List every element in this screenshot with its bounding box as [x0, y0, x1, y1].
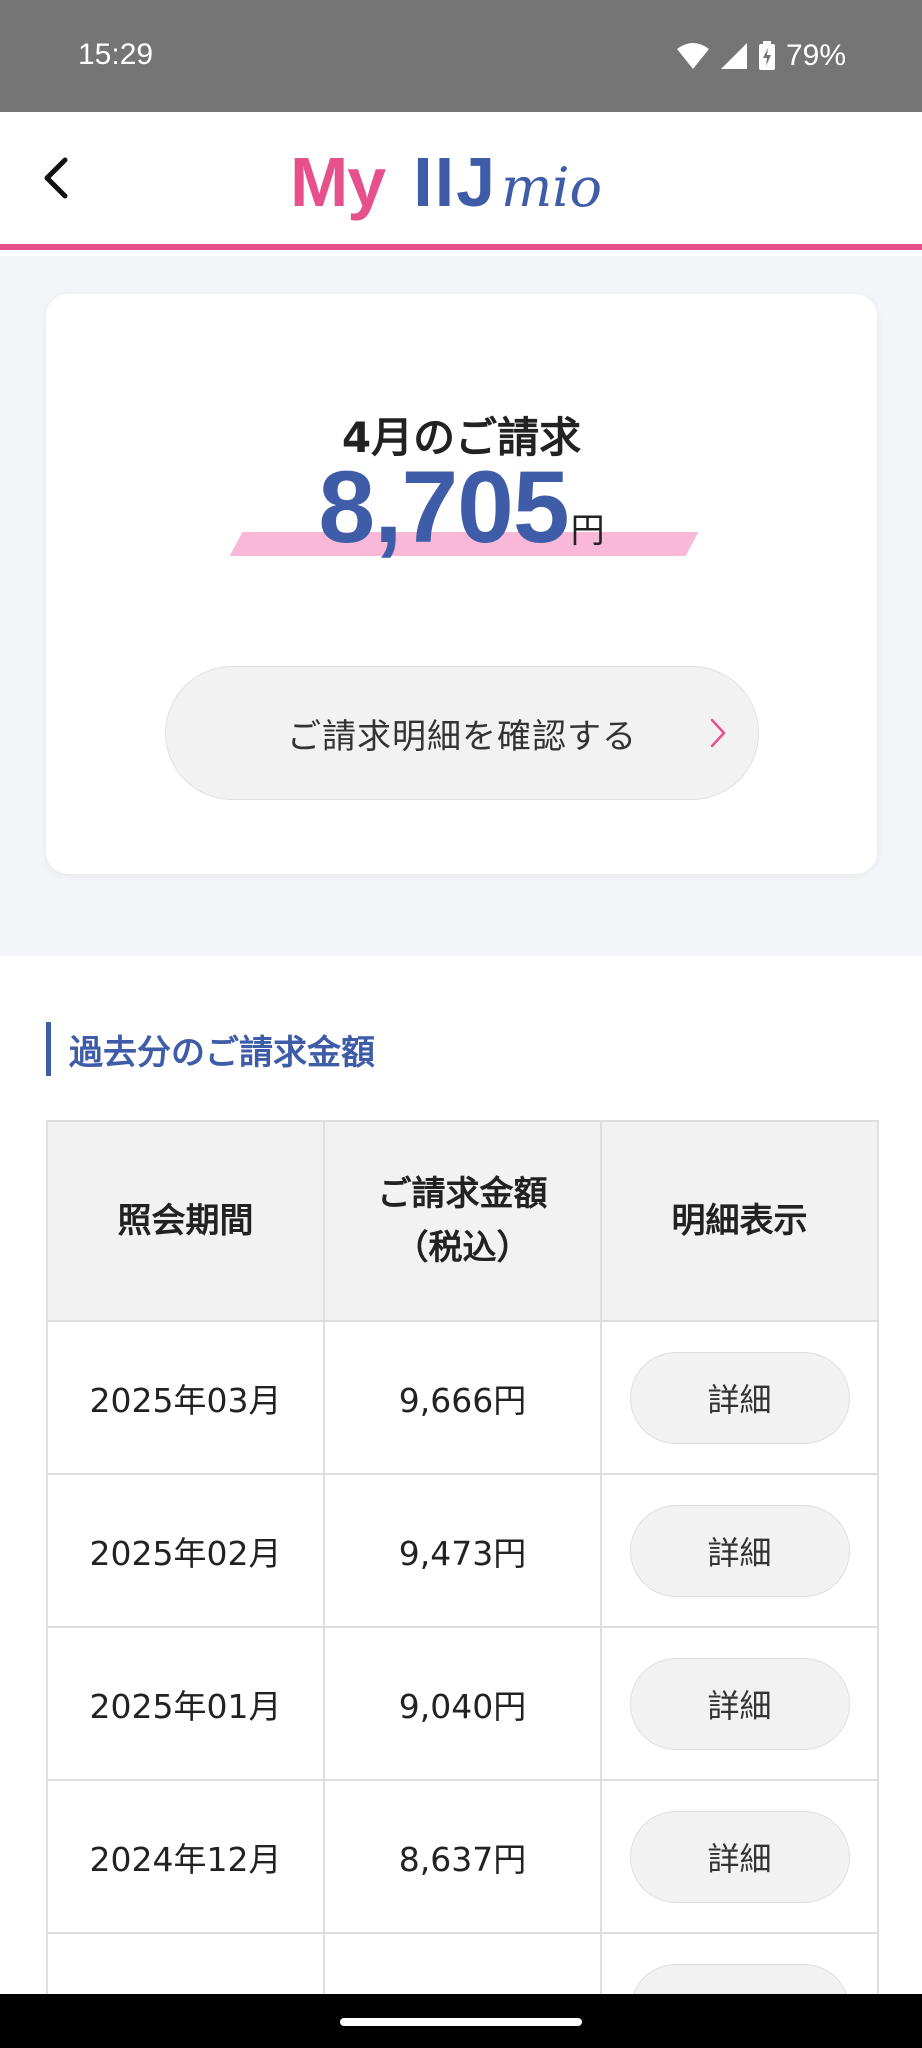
row-action-cell: 詳細: [600, 1779, 879, 1934]
history-table: 照会期間 ご請求金額 （税込） 明細表示 2025年03月 9,666円 詳細 …: [46, 1120, 879, 2048]
row-amount: 9,473円: [323, 1473, 602, 1628]
row-detail-button[interactable]: 詳細: [629, 1351, 850, 1444]
battery-level: 79%: [785, 39, 846, 72]
column-header-details: 明細表示: [600, 1120, 879, 1322]
row-detail-button[interactable]: 詳細: [629, 1810, 850, 1903]
current-bill-amount: 8,705円: [46, 449, 877, 566]
app-header: My IIJ mio: [0, 112, 922, 250]
row-period: 2025年03月: [46, 1320, 325, 1475]
column-header-period: 照会期間: [46, 1120, 325, 1322]
logo-iij: IIJ: [413, 143, 498, 221]
navigation-bar: [0, 1994, 922, 2048]
row-amount: 9,666円: [323, 1320, 602, 1475]
row-period: 2025年02月: [46, 1473, 325, 1628]
app-logo: My IIJ mio: [290, 142, 602, 222]
status-time: 15:29: [78, 38, 154, 71]
table-row: 2025年03月 9,666円 詳細: [46, 1320, 879, 1475]
logo-mio: mio: [501, 156, 603, 219]
amount-unit: 円: [570, 511, 605, 551]
status-icons: 79%: [676, 36, 846, 76]
summary-section: 4月のご請求 8,705円 ご請求明細を確認する: [0, 256, 922, 956]
chevron-left-icon: [44, 157, 68, 199]
chevron-right-icon: [710, 718, 726, 748]
back-button[interactable]: [28, 150, 84, 206]
table-row: 2025年02月 9,473円 詳細: [46, 1473, 879, 1628]
row-amount: 8,637円: [323, 1779, 602, 1934]
row-action-cell: 詳細: [600, 1320, 879, 1475]
row-detail-button[interactable]: 詳細: [629, 1657, 850, 1750]
logo-my: My: [290, 143, 386, 221]
view-bill-details-label: ご請求明細を確認する: [287, 716, 637, 757]
table-row: 2024年12月 8,637円 詳細: [46, 1779, 879, 1934]
view-bill-details-button[interactable]: ご請求明細を確認する: [165, 666, 759, 800]
row-detail-button[interactable]: 詳細: [629, 1504, 850, 1597]
battery-charging-icon: [758, 41, 775, 70]
home-gesture-handle[interactable]: [340, 2018, 582, 2026]
row-action-cell: 詳細: [600, 1626, 879, 1781]
screen: 15:29 79% My IIJ mio 4月のご請求 8,705円 ご請求明細…: [0, 0, 922, 2048]
row-amount: 9,040円: [323, 1626, 602, 1781]
column-header-amount-line2: （税込）: [394, 1228, 531, 1268]
table-header-row: 照会期間 ご請求金額 （税込） 明細表示: [46, 1120, 879, 1322]
status-bar: 15:29 79%: [0, 0, 922, 112]
signal-icon: [720, 43, 747, 69]
wifi-icon: [676, 43, 709, 69]
row-action-cell: 詳細: [600, 1473, 879, 1628]
row-period: 2025年01月: [46, 1626, 325, 1781]
column-header-amount-line1: ご請求金額: [377, 1173, 548, 1214]
table-row: 2025年01月 9,040円 詳細: [46, 1626, 879, 1781]
current-bill-card: 4月のご請求 8,705円 ご請求明細を確認する: [46, 294, 877, 874]
row-period: 2024年12月: [46, 1779, 325, 1934]
history-heading: 過去分のご請求金額: [46, 1022, 375, 1076]
column-header-amount: ご請求金額 （税込）: [323, 1120, 602, 1322]
amount-value: 8,705: [318, 450, 569, 564]
